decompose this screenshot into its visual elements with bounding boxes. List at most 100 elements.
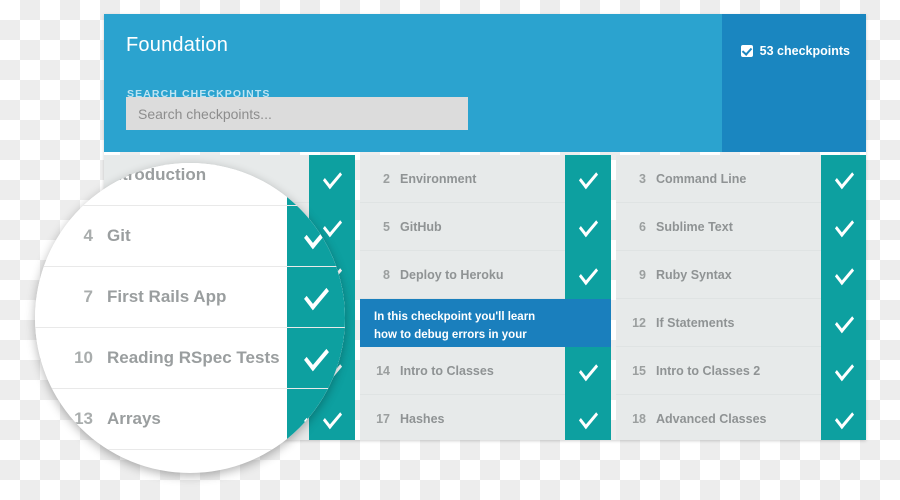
checkpoint-title: Advanced Classes xyxy=(656,412,767,426)
checkpoint-complete-cell[interactable] xyxy=(287,267,345,327)
checkpoint-complete-cell[interactable] xyxy=(287,389,345,449)
checkpoint-complete-cell[interactable] xyxy=(821,299,866,347)
checkpoint-row[interactable]: 5 GitHub xyxy=(360,203,611,251)
checkpoint-title: Ruby Syntax xyxy=(656,267,732,282)
checkpoint-complete-cell[interactable] xyxy=(565,155,611,203)
checkbox-checked-icon xyxy=(740,45,753,57)
checkmark-icon xyxy=(834,357,854,381)
checkpoint-row-body: 5 GitHub xyxy=(360,203,565,251)
magnified-checkpoint-row[interactable]: 7 First Rails App xyxy=(35,267,345,328)
checkpoint-title: Git xyxy=(107,226,131,245)
checkpoint-title: Reading RSpec Tests xyxy=(107,348,280,367)
checkpoint-number: 17 xyxy=(376,412,390,426)
checkpoint-number: 13 xyxy=(74,409,93,428)
checkmark-icon xyxy=(834,213,854,237)
checkpoint-complete-cell[interactable] xyxy=(565,203,611,251)
card-header: Foundation SEARCH CHECKPOINTS 53 checkpo… xyxy=(104,14,866,152)
checkpoint-row-body: 9 Ruby Syntax xyxy=(616,251,821,299)
checkpoint-count-label: 53 checkpoints xyxy=(759,44,850,58)
checkpoint-number: 3 xyxy=(639,171,646,186)
checkpoint-row[interactable]: 2 Environment xyxy=(360,155,611,203)
checkpoint-row-body: 8 Deploy to Heroku xyxy=(360,251,565,299)
checkpoint-title: Hashes xyxy=(400,412,445,426)
checkpoint-number: 6 xyxy=(639,219,646,234)
checkpoint-complete-cell[interactable] xyxy=(287,328,345,388)
checkpoint-title: Arrays xyxy=(107,409,161,428)
checkpoint-number: 4 xyxy=(83,226,93,245)
checkpoint-number: 18 xyxy=(632,412,646,426)
checkpoint-complete-cell[interactable] xyxy=(821,347,866,395)
checkmark-icon xyxy=(834,261,854,285)
checkpoint-row-body: 14 Intro to Classes xyxy=(360,347,565,395)
checkpoint-number: 8 xyxy=(383,267,390,282)
checkpoint-complete-cell[interactable] xyxy=(821,203,866,251)
checkpoint-complete-cell[interactable] xyxy=(565,299,611,347)
checkpoint-row-body: 12 If Statements xyxy=(616,299,821,347)
checkpoint-title: Environment xyxy=(400,171,477,186)
checkpoint-number: 1 xyxy=(83,165,93,184)
checkmark-icon xyxy=(834,309,854,333)
checkpoint-complete-cell[interactable] xyxy=(821,395,866,440)
checkpoint-number: 10 xyxy=(74,348,93,367)
magnified-checkpoint-row[interactable]: 1 Introduction xyxy=(35,163,345,206)
search-input[interactable] xyxy=(126,97,468,130)
checkpoint-complete-cell[interactable] xyxy=(287,206,345,266)
checkmark-icon xyxy=(578,405,598,429)
checkpoint-title: Deploy to Heroku xyxy=(400,267,504,282)
page-title: Foundation xyxy=(126,34,229,56)
checkmark-icon xyxy=(303,401,329,433)
checkpoint-title: Sublime Text xyxy=(656,219,733,234)
checkpoint-row-body: 18 Advanced Classes xyxy=(616,395,821,440)
checkpoint-number: 5 xyxy=(383,219,390,234)
header-right-panel xyxy=(722,14,866,152)
checkmark-icon xyxy=(578,261,598,285)
magnifier-lens: 1 Introduction 4 Git 7 First Rails App 1… xyxy=(35,163,345,473)
checkmark-icon xyxy=(578,213,598,237)
magnified-checkpoint-row[interactable]: 13 Arrays xyxy=(35,389,345,450)
checkpoint-column-2: 2 Environment 5 GitHub 8 Deploy to Herok… xyxy=(360,155,611,440)
checkpoint-row[interactable]: 18 Advanced Classes xyxy=(616,395,866,440)
checkpoint-complete-cell[interactable] xyxy=(565,251,611,299)
checkmark-icon xyxy=(834,165,854,189)
checkpoint-row-body: 17 Hashes xyxy=(360,395,565,440)
checkpoint-row-body: 3 Command Line xyxy=(616,155,821,203)
magnified-checkpoint-row[interactable]: 4 Git xyxy=(35,206,345,267)
checkpoint-title: Introduction xyxy=(107,165,207,184)
checkpoint-row-tooltip[interactable]: In this checkpoint you'll learn how to d… xyxy=(360,299,611,359)
checkpoint-number: 2 xyxy=(383,171,390,186)
checkpoint-row-body: 6 Sublime Text xyxy=(616,203,821,251)
checkmark-icon xyxy=(578,165,598,189)
checkpoint-number: 9 xyxy=(639,267,646,282)
checkpoint-row[interactable]: 15 Intro to Classes 2 xyxy=(616,347,866,395)
checkpoint-column-3: 3 Command Line 6 Sublime Text 9 Ruby Syn… xyxy=(616,155,866,440)
checkpoint-row[interactable]: 12 If Statements xyxy=(616,299,866,347)
checkpoint-row[interactable]: 17 Hashes xyxy=(360,395,611,440)
checkmark-icon xyxy=(834,405,854,429)
checkpoint-complete-cell[interactable] xyxy=(565,347,611,395)
checkmark-icon xyxy=(578,357,598,381)
checkpoint-title: Intro to Classes xyxy=(400,363,494,378)
checkpoint-complete-cell[interactable] xyxy=(287,163,345,205)
checkpoint-row[interactable]: 6 Sublime Text xyxy=(616,203,866,251)
magnifier-content: 1 Introduction 4 Git 7 First Rails App 1… xyxy=(35,163,345,450)
checkpoint-complete-cell[interactable] xyxy=(821,251,866,299)
checkmark-icon xyxy=(303,340,329,372)
checkpoint-row[interactable]: 14 Intro to Classes xyxy=(360,347,611,395)
checkpoint-complete-cell[interactable] xyxy=(821,155,866,203)
checkpoint-title: GitHub xyxy=(400,219,442,234)
checkpoint-title: First Rails App xyxy=(107,287,227,306)
checkpoint-row[interactable]: 9 Ruby Syntax xyxy=(616,251,866,299)
checkpoint-number: 14 xyxy=(376,363,390,378)
checkpoint-title: Intro to Classes 2 xyxy=(656,363,761,378)
checkpoint-count[interactable]: 53 checkpoints xyxy=(740,44,850,58)
magnified-checkpoint-row[interactable]: 10 Reading RSpec Tests xyxy=(35,328,345,389)
checkmark-icon xyxy=(303,218,329,250)
checkmark-icon xyxy=(303,279,329,311)
checkpoint-number: 15 xyxy=(632,363,646,378)
checkpoint-title: If Statements xyxy=(656,315,735,330)
checkpoint-number: 12 xyxy=(632,315,646,330)
checkpoint-row[interactable]: 8 Deploy to Heroku xyxy=(360,251,611,299)
checkpoint-tooltip-body: In this checkpoint you'll learn how to d… xyxy=(360,299,565,359)
checkpoint-row[interactable]: 3 Command Line xyxy=(616,155,866,203)
checkpoint-complete-cell[interactable] xyxy=(565,395,611,440)
